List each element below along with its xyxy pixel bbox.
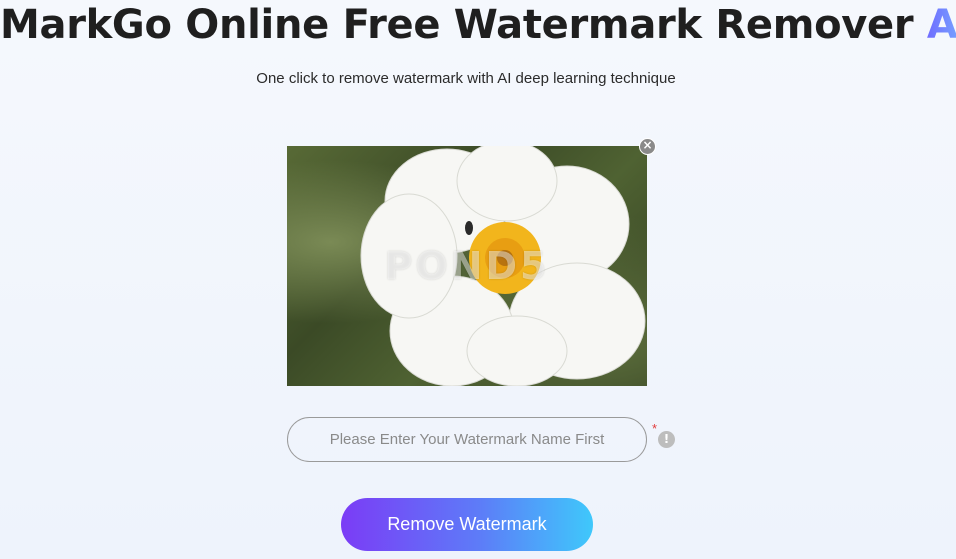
required-marker: * bbox=[652, 421, 658, 436]
title-ai-accent: AI bbox=[927, 2, 956, 48]
page-title: MarkGo Online Free Watermark Remover AI bbox=[0, 0, 956, 50]
page-subtitle: One click to remove watermark with AI de… bbox=[256, 70, 676, 87]
uploaded-image-preview: POND5 bbox=[287, 146, 647, 386]
title-main: MarkGo Online Free Watermark Remover bbox=[0, 2, 927, 48]
remove-watermark-button[interactable]: Remove Watermark bbox=[341, 498, 593, 551]
close-image-button[interactable]: × bbox=[639, 138, 656, 155]
close-icon: × bbox=[642, 138, 653, 152]
watermark-name-input[interactable] bbox=[287, 417, 647, 462]
info-icon[interactable]: ! bbox=[658, 431, 675, 448]
flower-image bbox=[360, 146, 646, 386]
